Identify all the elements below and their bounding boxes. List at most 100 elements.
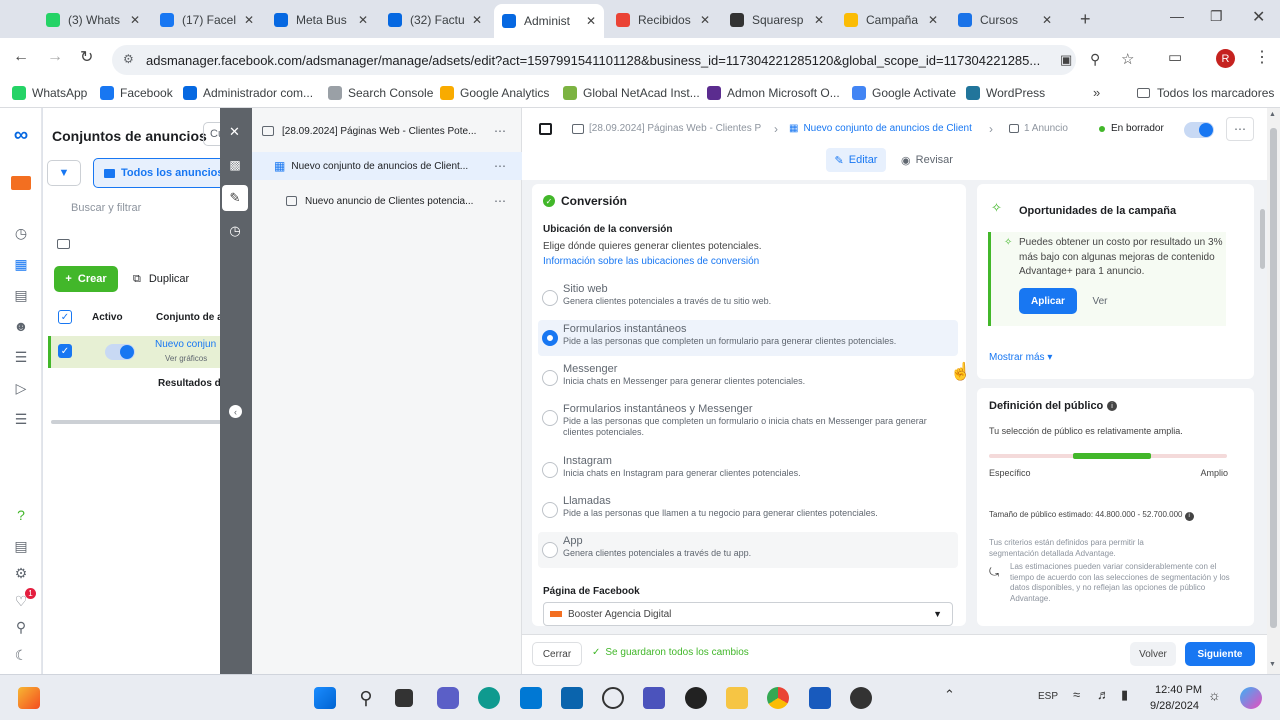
view-charts-link[interactable]: Ver gráficos (165, 354, 207, 363)
bookmark-item[interactable]: Global NetAcad Inst... (563, 86, 700, 100)
more-icon[interactable]: ⋯ (494, 124, 506, 138)
next-button[interactable]: Siguiente (1185, 642, 1255, 666)
conversion-option[interactable]: Formularios instantáneos y Messenger Pide… (538, 400, 958, 446)
sidebar-toggle-icon[interactable] (539, 123, 552, 135)
site-info-icon[interactable]: ⚙ (123, 52, 134, 66)
info-icon[interactable]: i (1107, 401, 1117, 411)
store-icon[interactable] (520, 687, 542, 709)
bookmark-item[interactable]: Google Analytics (440, 86, 549, 100)
bookmark-item[interactable]: Google Activate (852, 86, 956, 100)
notifications-icon[interactable]: ♡ 1 (11, 588, 36, 610)
conversion-option[interactable]: Llamadas Pide a las personas que llamen a… (538, 492, 958, 528)
close-tab-icon[interactable]: ✕ (928, 13, 938, 27)
conversion-option[interactable]: Instagram Inicia chats en Instagram para … (538, 452, 958, 488)
history-icon[interactable]: ◷ (222, 218, 248, 244)
conversion-option[interactable]: Sitio web Genera clientes potenciales a t… (538, 280, 958, 316)
close-tab-icon[interactable]: ✕ (1042, 13, 1052, 27)
duplicate-button[interactable]: ⧉ Duplicar (128, 266, 228, 292)
browser-tab[interactable]: (32) Factu ✕ (380, 6, 490, 34)
taskbar-search-icon[interactable]: ⚲ (355, 687, 377, 709)
radio-button[interactable] (542, 542, 558, 558)
more-options-icon[interactable]: ⋯ (1226, 117, 1254, 141)
tree-item-adset[interactable]: ▦ Nuevo conjunto de anuncios de Client..… (252, 152, 522, 180)
browser-menu-icon[interactable]: ⋮ (1254, 47, 1270, 67)
row-checkbox[interactable]: ✓ (58, 344, 72, 358)
col-name[interactable]: Conjunto de a (156, 312, 223, 323)
edit-pencil-icon[interactable]: ✎ (222, 185, 248, 211)
page-select[interactable]: Booster Agencia Digital ▼ (543, 602, 953, 626)
radio-button[interactable] (542, 330, 558, 346)
tree-item-ad[interactable]: Nuevo anuncio de Clientes potencia... ⋯ (252, 188, 522, 214)
bookmark-star-icon[interactable]: ☆ (1121, 50, 1134, 68)
bookmark-item[interactable]: Admon Microsoft O... (707, 86, 840, 100)
browser-tab[interactable]: Campaña ✕ (836, 6, 946, 34)
mail-icon[interactable] (561, 687, 583, 709)
more-bookmarks-icon[interactable]: » (1093, 85, 1100, 100)
reload-icon[interactable]: ↻ (80, 47, 93, 67)
close-tab-icon[interactable]: ✕ (244, 13, 254, 27)
radio-button[interactable] (542, 370, 558, 386)
billing-icon[interactable]: ☰ (11, 348, 31, 366)
browser-tab[interactable]: Cursos ✕ (950, 6, 1060, 34)
minimize-icon[interactable]: — (1170, 8, 1184, 24)
copilot-icon[interactable] (1240, 687, 1262, 709)
close-tab-icon[interactable]: ✕ (700, 13, 710, 27)
row-name-link[interactable]: Nuevo conjun (155, 339, 216, 350)
help-icon[interactable]: ? (11, 506, 31, 524)
teams-icon[interactable] (643, 687, 665, 709)
editor-scrollbar[interactable] (1259, 184, 1265, 626)
close-tab-icon[interactable]: ✕ (814, 13, 824, 27)
filter-button[interactable]: ▼ (47, 160, 81, 186)
browser-tab[interactable]: Recibidos ✕ (608, 6, 718, 34)
browser-tab[interactable]: Meta Bus ✕ (266, 6, 376, 34)
meta-logo-icon[interactable]: ∞ (11, 124, 31, 146)
horizontal-scrollbar[interactable] (51, 420, 223, 424)
browser-tab[interactable]: (17) Facel ✕ (152, 6, 262, 34)
publish-toggle[interactable] (1184, 122, 1214, 138)
browser-tab[interactable]: Squaresp ✕ (722, 6, 832, 34)
battery-icon[interactable]: ▮ (1121, 687, 1128, 703)
campaigns-grid-icon[interactable]: ▦ (11, 255, 31, 273)
back-button[interactable]: Volver (1130, 642, 1176, 666)
active-toggle[interactable] (105, 344, 135, 360)
conversion-option[interactable]: Messenger Inicia chats en Messenger para … (538, 360, 958, 396)
close-tab-icon[interactable]: ✕ (472, 13, 482, 27)
radio-button[interactable] (542, 410, 558, 426)
teams-chat-icon[interactable] (437, 687, 459, 709)
news-icon[interactable]: ▤ (11, 537, 31, 555)
radio-button[interactable] (542, 502, 558, 518)
word-icon[interactable] (809, 687, 831, 709)
notification-icon[interactable]: ☼ (1208, 687, 1221, 703)
tray-chevron-icon[interactable]: ⌃ (944, 687, 955, 703)
col-active[interactable]: Activo (92, 312, 123, 323)
extensions-icon[interactable]: ▭ (1168, 48, 1182, 66)
search-icon[interactable]: ⚲ (11, 618, 31, 636)
install-app-icon[interactable]: ▣ (1060, 52, 1072, 68)
reports-icon[interactable]: ▤ (11, 286, 31, 304)
info-icon[interactable]: i (1184, 512, 1194, 521)
task-view-icon[interactable] (395, 689, 413, 707)
collapse-icon[interactable]: ‹ (229, 405, 242, 418)
search-filter-input[interactable]: Buscar y filtrar (71, 202, 141, 214)
widgets-icon[interactable] (18, 687, 40, 709)
all-bookmarks-folder[interactable]: Todos los marcadores (1137, 86, 1274, 100)
info-link[interactable]: Información sobre las ubicaciones de con… (543, 256, 759, 267)
bookmark-item[interactable]: Search Console (328, 86, 433, 100)
breadcrumb-ad[interactable]: 1 Anuncio (1009, 123, 1068, 134)
apply-button[interactable]: Aplicar (1019, 288, 1077, 314)
debug-icon[interactable]: ☾ (11, 646, 31, 664)
lang-indicator[interactable]: ESP (1038, 691, 1058, 702)
new-tab-button[interactable]: + (1080, 9, 1091, 30)
clock-date[interactable]: 9/28/2024 (1150, 700, 1199, 712)
page-scrollbar[interactable]: ▲ ▼ (1267, 108, 1280, 674)
show-more-link[interactable]: Mostrar más ▾ (989, 352, 1052, 363)
chrome-icon[interactable] (767, 687, 789, 709)
bookmark-item[interactable]: WhatsApp (12, 86, 87, 100)
megaphone-icon[interactable]: ▷ (11, 379, 31, 397)
breadcrumb-adset[interactable]: ▦ Nuevo conjunto de anuncios de Client (789, 123, 972, 134)
chart-icon[interactable]: ▩ (222, 152, 248, 178)
profile-avatar[interactable]: R (1216, 49, 1235, 68)
view-button[interactable]: Ver (1084, 288, 1116, 314)
header-checkbox[interactable]: ✓ (58, 310, 72, 324)
edit-mode-button[interactable]: ✎ Editar (826, 148, 886, 172)
